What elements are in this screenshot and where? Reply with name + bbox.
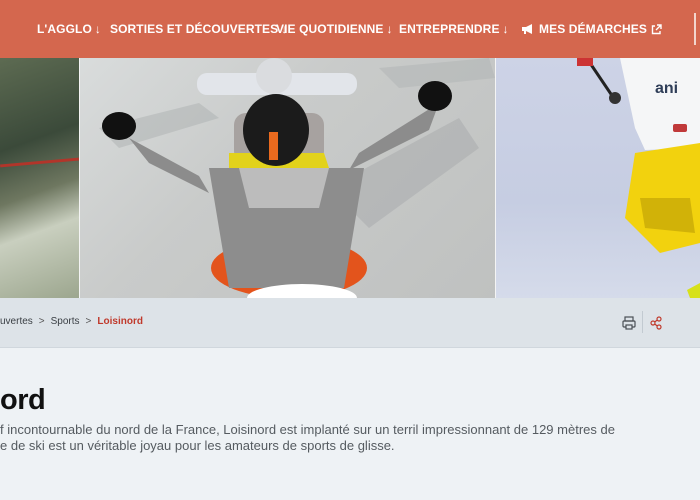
share-button[interactable]: [648, 315, 664, 331]
photo-separator: [495, 58, 496, 298]
hero-photo-ski-slope: [0, 58, 79, 298]
share-icon: [650, 316, 662, 330]
nav-divider: [694, 13, 696, 45]
arrow-down-icon: ↓: [94, 22, 101, 36]
external-link-icon: [651, 23, 662, 34]
hero-photo-skier: ani: [495, 58, 700, 298]
print-button[interactable]: [621, 315, 637, 331]
breadcrumb-current: Loisinord: [97, 316, 143, 327]
nav-item-sorties[interactable]: SORTIES ET DÉCOUVERTES ↓: [110, 20, 287, 38]
page-title: ord: [0, 384, 46, 416]
breadcrumb: uvertes > Sports > Loisinord: [0, 316, 143, 327]
nav-item-label: MES DÉMARCHES: [539, 22, 647, 36]
arrow-down-icon: ↓: [386, 22, 393, 36]
nav-item-vie-quotidienne[interactable]: VIE QUOTIDIENNE ↓: [276, 20, 393, 38]
skier-illustration: ani: [577, 58, 700, 298]
arrow-down-icon: ↓: [502, 22, 509, 36]
nav-item-label: VIE QUOTIDIENNE: [276, 22, 384, 36]
photo-separator: [79, 58, 80, 298]
hero-image-banner: ani: [0, 58, 700, 298]
breadcrumb-item-sorties[interactable]: uvertes: [0, 316, 33, 327]
nav-item-label: SORTIES ET DÉCOUVERTES: [110, 22, 279, 36]
nav-item-mes-demarches[interactable]: MES DÉMARCHES: [521, 20, 662, 38]
breadcrumb-item-sports[interactable]: Sports: [51, 316, 80, 327]
main-navigation: L'AGGLO ↓ SORTIES ET DÉCOUVERTES ↓ VIE Q…: [0, 0, 700, 58]
nav-item-label: ENTREPRENDRE: [399, 22, 500, 36]
sledding-illustration: [99, 58, 495, 298]
hero-photo-sledding-kids: [79, 58, 495, 298]
svg-text:ani: ani: [655, 80, 678, 97]
megaphone-icon: [522, 24, 532, 34]
printer-icon: [622, 316, 636, 330]
breadcrumb-bar: uvertes > Sports > Loisinord: [0, 298, 700, 348]
intro-line: f incontournable du nord de la France, L…: [0, 422, 615, 437]
breadcrumb-separator-icon: >: [85, 316, 92, 327]
toolbar-divider: [642, 311, 643, 333]
nav-item-label: L'AGGLO: [37, 22, 92, 36]
intro-paragraph: f incontournable du nord de la France, L…: [0, 422, 640, 454]
nav-item-agglo[interactable]: L'AGGLO ↓: [37, 20, 101, 38]
slope-barrier: [0, 157, 79, 168]
nav-item-entreprendre[interactable]: ENTREPRENDRE ↓: [399, 20, 509, 38]
intro-line: e de ski est un véritable joyau pour les…: [0, 438, 395, 453]
breadcrumb-separator-icon: >: [38, 316, 45, 327]
